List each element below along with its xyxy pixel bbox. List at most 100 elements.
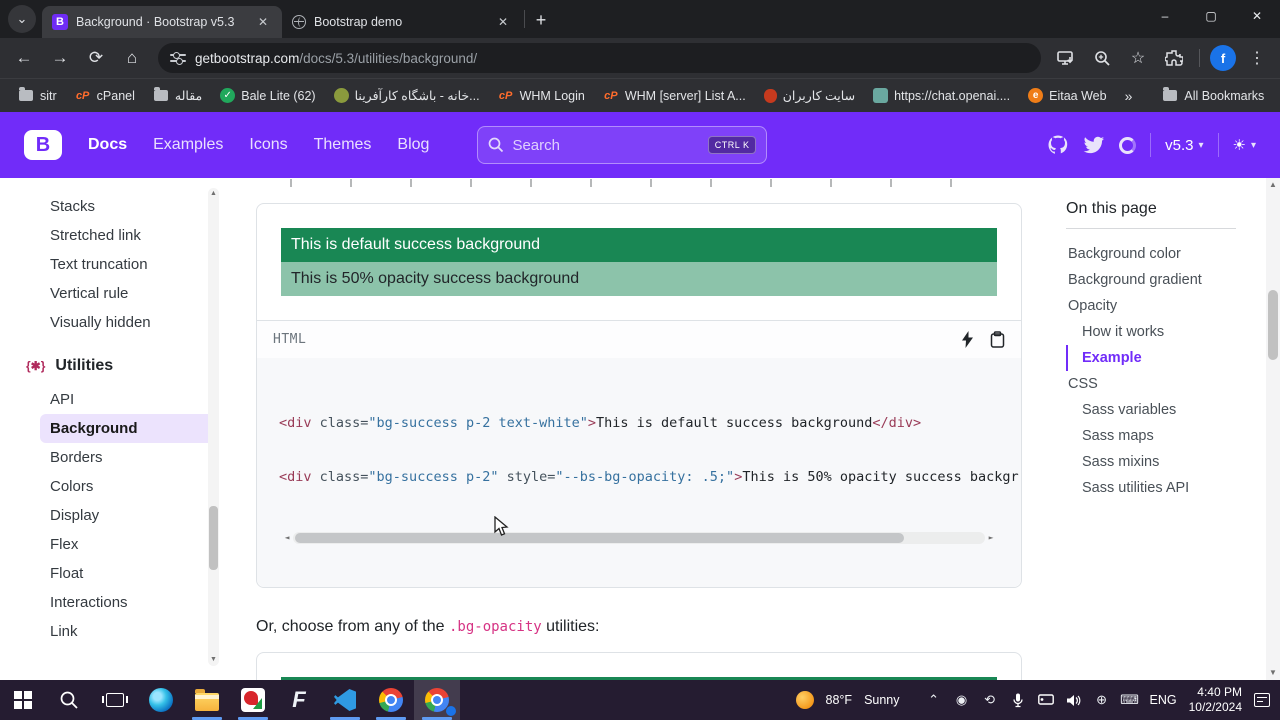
nav-icons[interactable]: Icons: [249, 136, 287, 154]
bookmark-item[interactable]: مقاله: [145, 84, 210, 108]
github-icon[interactable]: [1047, 134, 1069, 156]
docs-search-input[interactable]: Search CTRL K: [477, 126, 768, 164]
theme-toggle[interactable]: ☀ ▾: [1233, 136, 1256, 154]
toc-example[interactable]: Example: [1066, 345, 1236, 371]
toc-sass-utilities-api[interactable]: Sass utilities API: [1066, 475, 1236, 501]
toc-background-color[interactable]: Background color: [1066, 241, 1236, 267]
taskbar-search-button[interactable]: [46, 680, 92, 720]
sidebar-item-display[interactable]: Display: [0, 501, 240, 530]
taskbar-media-app[interactable]: [230, 680, 276, 720]
sidebar-item-stacks[interactable]: Stacks: [0, 192, 240, 221]
sidebar-scrollbar[interactable]: ▲ ▼: [208, 188, 219, 666]
scrollbar-thumb[interactable]: [209, 506, 218, 570]
bookmark-item[interactable]: سایت کاربران: [756, 84, 863, 107]
toc-css[interactable]: CSS: [1066, 371, 1236, 397]
browser-menu-icon[interactable]: ⋮: [1242, 43, 1272, 73]
clock[interactable]: 4:40 PM 10/2/2024: [1189, 685, 1242, 715]
url-text[interactable]: getbootstrap.com/docs/5.3/utilities/back…: [195, 51, 477, 66]
address-bar[interactable]: getbootstrap.com/docs/5.3/utilities/back…: [158, 43, 1041, 73]
bookmarks-overflow-chevron[interactable]: »: [1119, 88, 1139, 104]
taskbar-chrome[interactable]: [368, 680, 414, 720]
minimize-button[interactable]: –: [1142, 0, 1188, 32]
bookmark-item[interactable]: e Eitaa Web: [1020, 84, 1114, 107]
copy-clipboard-icon[interactable]: [990, 331, 1005, 348]
bootstrap-logo[interactable]: B: [24, 130, 62, 160]
bookmark-item[interactable]: https://chat.openai....: [865, 84, 1018, 107]
extensions-puzzle-icon[interactable]: [1159, 43, 1189, 73]
action-center-icon[interactable]: [1254, 693, 1270, 707]
language-indicator[interactable]: ENG: [1150, 693, 1177, 707]
profile-avatar[interactable]: f: [1210, 45, 1236, 71]
toc-sass-mixins[interactable]: Sass mixins: [1066, 449, 1236, 475]
task-view-button[interactable]: [92, 680, 138, 720]
toc-how-it-works[interactable]: How it works: [1066, 319, 1236, 345]
save-page-icon[interactable]: [1051, 43, 1081, 73]
scroll-up-icon[interactable]: ▲: [1266, 178, 1280, 192]
toc-background-gradient[interactable]: Background gradient: [1066, 267, 1236, 293]
sidebar-section-utilities[interactable]: {✱} Utilities: [0, 337, 240, 385]
scrollbar-thumb[interactable]: [1268, 290, 1278, 360]
sync-icon[interactable]: ⟲: [982, 692, 998, 708]
hidden-icons-chevron[interactable]: ⌃: [926, 692, 942, 708]
bookmark-item[interactable]: sitr: [10, 84, 65, 108]
nav-blog[interactable]: Blog: [397, 136, 429, 154]
weather-sun-icon[interactable]: [795, 691, 814, 709]
tab-background-bootstrap[interactable]: B Background · Bootstrap v5.3 ✕: [42, 6, 282, 38]
forward-button[interactable]: →: [44, 42, 76, 74]
sidebar-item-float[interactable]: Float: [0, 559, 240, 588]
bookmark-item[interactable]: cP cPanel: [67, 84, 143, 108]
sidebar-item-text-truncation[interactable]: Text truncation: [0, 250, 240, 279]
scroll-down-icon[interactable]: ▼: [1266, 666, 1280, 680]
reload-button[interactable]: ⟳: [80, 42, 112, 74]
back-button[interactable]: ←: [8, 42, 40, 74]
taskbar-edge[interactable]: [138, 680, 184, 720]
maximize-button[interactable]: ▢: [1188, 0, 1234, 32]
nav-examples[interactable]: Examples: [153, 136, 223, 154]
bookmark-item[interactable]: ✓ Bale Lite (62): [212, 84, 323, 107]
bookmark-item[interactable]: cP WHM Login: [490, 84, 593, 108]
version-dropdown[interactable]: v5.3 ▾: [1165, 137, 1203, 154]
home-button[interactable]: ⌂: [116, 42, 148, 74]
bookmark-item[interactable]: cP WHM [server] List A...: [595, 84, 754, 108]
stackblitz-bolt-icon[interactable]: [961, 331, 974, 348]
close-tab-icon[interactable]: ✕: [494, 13, 512, 31]
weather-condition[interactable]: Sunny: [864, 693, 899, 707]
sidebar-item-flex[interactable]: Flex: [0, 530, 240, 559]
scroll-down-icon[interactable]: ▼: [208, 654, 219, 666]
scrollbar-thumb[interactable]: [295, 532, 904, 543]
toc-sass-variables[interactable]: Sass variables: [1066, 397, 1236, 423]
toc-opacity[interactable]: Opacity: [1066, 293, 1236, 319]
speaker-icon[interactable]: [1066, 694, 1082, 707]
nav-themes[interactable]: Themes: [314, 136, 372, 154]
microphone-icon[interactable]: [1010, 693, 1026, 708]
close-tab-icon[interactable]: ✕: [254, 13, 272, 31]
taskbar-f-app[interactable]: F: [276, 680, 322, 720]
sidebar-item-background[interactable]: Background: [40, 414, 214, 443]
sidebar-item-borders[interactable]: Borders: [0, 443, 240, 472]
weather-temp[interactable]: 88°F: [826, 693, 853, 707]
sidebar-item-link[interactable]: Link: [0, 617, 240, 646]
scroll-right-icon[interactable]: ►: [985, 533, 997, 542]
toc-sass-maps[interactable]: Sass maps: [1066, 423, 1236, 449]
start-button[interactable]: [0, 680, 46, 720]
bookmark-star-icon[interactable]: ☆: [1123, 43, 1153, 73]
keyboard-icon[interactable]: ⌨: [1120, 692, 1139, 708]
taskbar-file-explorer[interactable]: [184, 680, 230, 720]
sidebar-item-vertical-rule[interactable]: Vertical rule: [0, 279, 240, 308]
twitter-icon[interactable]: [1083, 135, 1105, 155]
network-globe-icon[interactable]: ⊕: [1094, 692, 1110, 708]
all-bookmarks-button[interactable]: All Bookmarks: [1154, 84, 1272, 108]
zoom-icon[interactable]: [1087, 43, 1117, 73]
sidebar-item-visually-hidden[interactable]: Visually hidden: [0, 308, 240, 337]
taskbar-vscode[interactable]: [322, 680, 368, 720]
scrollbar-track[interactable]: [293, 531, 985, 544]
code-horizontal-scrollbar[interactable]: ◄ ►: [281, 530, 997, 545]
open-collective-icon[interactable]: [1119, 136, 1137, 154]
sidebar-item-api[interactable]: API: [0, 385, 240, 414]
taskbar-chrome-active[interactable]: [414, 680, 460, 720]
tab-search-button[interactable]: ⌄: [8, 5, 36, 33]
sidebar-item-stretched-link[interactable]: Stretched link: [0, 221, 240, 250]
new-tab-button[interactable]: +: [527, 6, 555, 34]
scroll-left-icon[interactable]: ◄: [281, 533, 293, 542]
sidebar-item-colors[interactable]: Colors: [0, 472, 240, 501]
